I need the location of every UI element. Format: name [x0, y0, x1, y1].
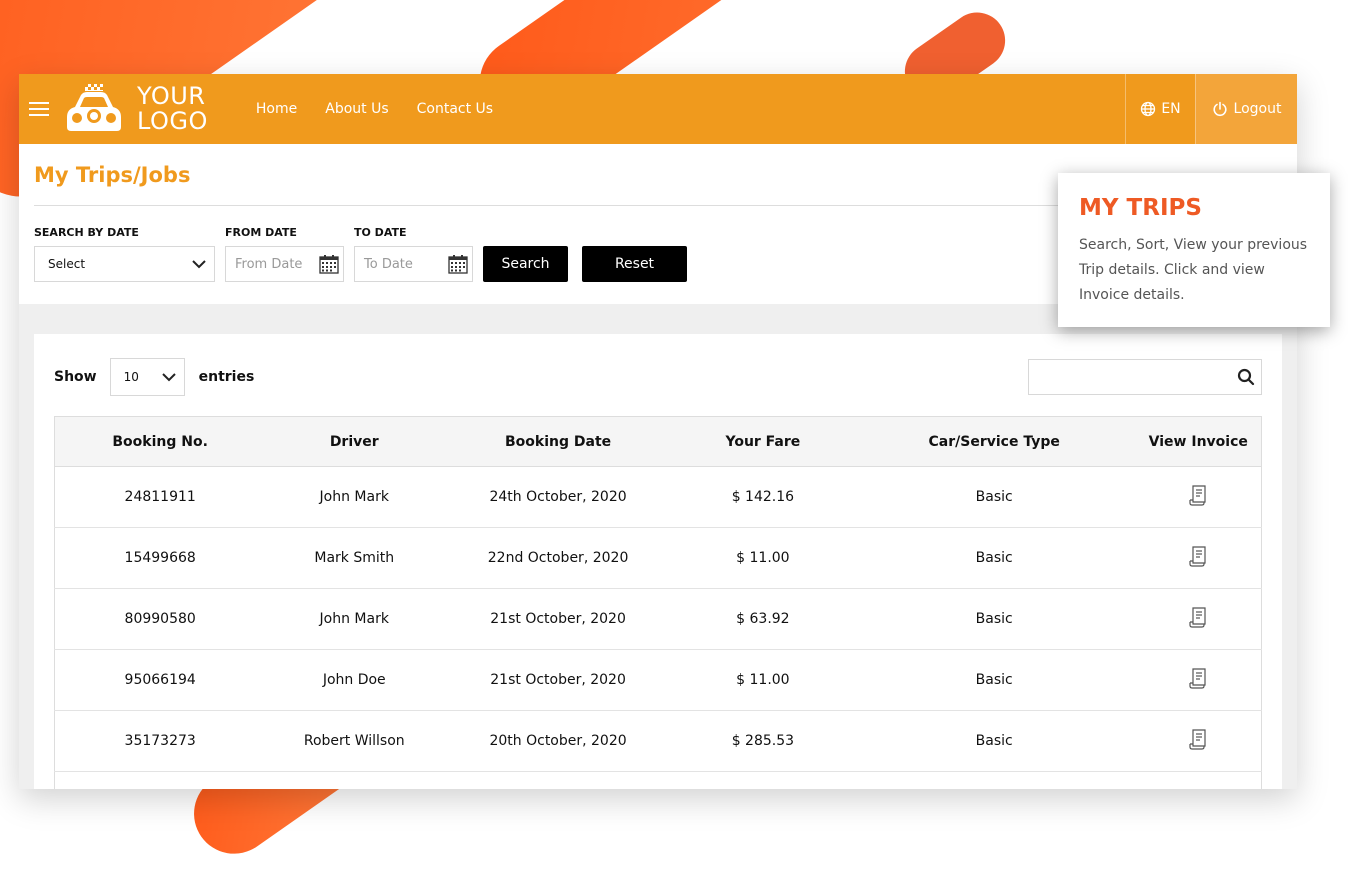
trips-table-card: Show 10 entries Booking No. Driver Booki… — [34, 334, 1282, 789]
table-header-row: Booking No. Driver Booking Date Your Far… — [54, 416, 1262, 467]
invoice-icon[interactable] — [1188, 484, 1208, 506]
show-label: Show — [54, 369, 97, 385]
search-by-date-label: SEARCH BY DATE — [34, 226, 139, 239]
logout-button[interactable]: Logout — [1195, 74, 1297, 144]
nav-right: EN Logout — [1125, 74, 1297, 144]
entries-label: entries — [198, 369, 255, 385]
table-row: 35173273 Robert Willson 20th October, 20… — [54, 710, 1262, 772]
search-button[interactable]: Search — [483, 246, 568, 282]
table-row: 24811911 John Mark 24th October, 2020 $ … — [54, 466, 1262, 528]
column-header-view-invoice[interactable]: View Invoice — [1135, 416, 1262, 467]
cell-booking-no: 80990580 — [54, 588, 266, 650]
to-date-input[interactable]: To Date — [354, 246, 473, 282]
cell-driver: John Mark — [265, 466, 444, 528]
cell-booking-date: 20th October, 2020 — [443, 710, 673, 772]
invoice-icon[interactable] — [1188, 545, 1208, 567]
calendar-icon[interactable] — [448, 254, 468, 274]
power-icon — [1212, 101, 1227, 117]
nav-contact-us[interactable]: Contact Us — [417, 101, 493, 117]
to-date-label: TO DATE — [354, 226, 407, 239]
cell-booking-no: 15499668 — [54, 527, 266, 589]
to-date-group: TO DATE To Date — [354, 226, 473, 282]
table-controls: Show 10 entries — [54, 358, 1262, 396]
nav-home[interactable]: Home — [256, 101, 297, 117]
cell-booking-date: 21st October, 2020 — [443, 588, 673, 650]
column-header-booking-date[interactable]: Booking Date — [443, 416, 673, 467]
cell-driver: John Mark — [265, 588, 444, 650]
menu-icon[interactable] — [19, 74, 59, 144]
table-row: 80990580 John Mark 21st October, 2020 $ … — [54, 588, 1262, 650]
column-header-service-type[interactable]: Car/Service Type — [852, 416, 1136, 467]
cell-fare: $ 11.00 — [672, 649, 853, 711]
cell-view-invoice — [1135, 649, 1262, 711]
taxi-car-icon — [67, 84, 121, 131]
cell-booking-date: 21st October, 2020 — [443, 649, 673, 711]
chevron-down-icon — [161, 372, 176, 381]
column-header-driver[interactable]: Driver — [265, 416, 444, 467]
table-row-partial — [54, 771, 1262, 789]
to-date-placeholder: To Date — [364, 256, 413, 272]
cell-driver: Mark Smith — [265, 527, 444, 589]
nav-about-us[interactable]: About Us — [325, 101, 388, 117]
search-icon[interactable] — [1237, 368, 1255, 386]
from-date-label: FROM DATE — [225, 226, 297, 239]
cell-view-invoice — [1135, 588, 1262, 650]
invoice-icon[interactable] — [1188, 728, 1208, 750]
trips-table: Booking No. Driver Booking Date Your Far… — [54, 416, 1262, 789]
entries-control: Show 10 entries — [54, 358, 254, 396]
cell-booking-date: 22nd October, 2020 — [443, 527, 673, 589]
reset-button[interactable]: Reset — [582, 246, 687, 282]
from-date-input[interactable]: From Date — [225, 246, 344, 282]
search-by-date-select[interactable]: Select — [34, 246, 215, 282]
cell-fare: $ 63.92 — [672, 588, 853, 650]
cell-view-invoice — [1135, 710, 1262, 772]
search-by-date-group: SEARCH BY DATE Select — [34, 226, 215, 282]
invoice-icon[interactable] — [1188, 606, 1208, 628]
entries-select[interactable]: 10 — [109, 358, 185, 396]
cell-service-type: Basic — [852, 588, 1136, 650]
cell-service-type: Basic — [852, 710, 1136, 772]
cell-driver: Robert Willson — [265, 710, 444, 772]
cell-service-type: Basic — [852, 466, 1136, 528]
calendar-icon[interactable] — [319, 254, 339, 274]
cell-booking-no: 35173273 — [54, 710, 266, 772]
column-header-your-fare[interactable]: Your Fare — [672, 416, 853, 467]
table-row: 95066194 John Doe 21st October, 2020 $ 1… — [54, 649, 1262, 711]
table-row: 15499668 Mark Smith 22nd October, 2020 $… — [54, 527, 1262, 589]
cell-fare: $ 285.53 — [672, 710, 853, 772]
main-nav: Home About Us Contact Us — [256, 101, 493, 117]
cell-service-type: Basic — [852, 649, 1136, 711]
language-label: EN — [1161, 101, 1181, 117]
globe-icon — [1141, 101, 1156, 117]
from-date-placeholder: From Date — [235, 256, 303, 272]
chevron-down-icon — [192, 259, 206, 268]
callout-title: MY TRIPS — [1079, 195, 1202, 221]
logo-line-1: YOUR — [137, 82, 206, 110]
language-selector[interactable]: EN — [1125, 74, 1195, 144]
logo-text: YOUR LOGO — [137, 84, 208, 134]
column-header-booking-no[interactable]: Booking No. — [54, 416, 266, 467]
cell-booking-no: 95066194 — [54, 649, 266, 711]
entries-value: 10 — [123, 370, 139, 384]
feature-callout: MY TRIPS Search, Sort, View your previou… — [1058, 173, 1330, 327]
logo[interactable]: YOUR LOGO — [63, 83, 208, 135]
cell-service-type: Basic — [852, 527, 1136, 589]
cell-booking-date: 24th October, 2020 — [443, 466, 673, 528]
cell-view-invoice — [1135, 527, 1262, 589]
cell-booking-no: 24811911 — [54, 466, 266, 528]
table-search-input[interactable] — [1028, 359, 1262, 395]
from-date-group: FROM DATE From Date — [225, 226, 344, 282]
invoice-icon[interactable] — [1188, 667, 1208, 689]
top-navbar: YOUR LOGO Home About Us Contact Us EN Lo… — [19, 74, 1297, 144]
cell-view-invoice — [1135, 466, 1262, 528]
search-by-date-value: Select — [48, 257, 86, 271]
logo-line-2: LOGO — [137, 107, 208, 135]
logout-label: Logout — [1233, 101, 1282, 117]
callout-text: Search, Sort, View your previous Trip de… — [1079, 237, 1308, 303]
cell-driver: John Doe — [265, 649, 444, 711]
cell-fare: $ 11.00 — [672, 527, 853, 589]
cell-fare: $ 142.16 — [672, 466, 853, 528]
